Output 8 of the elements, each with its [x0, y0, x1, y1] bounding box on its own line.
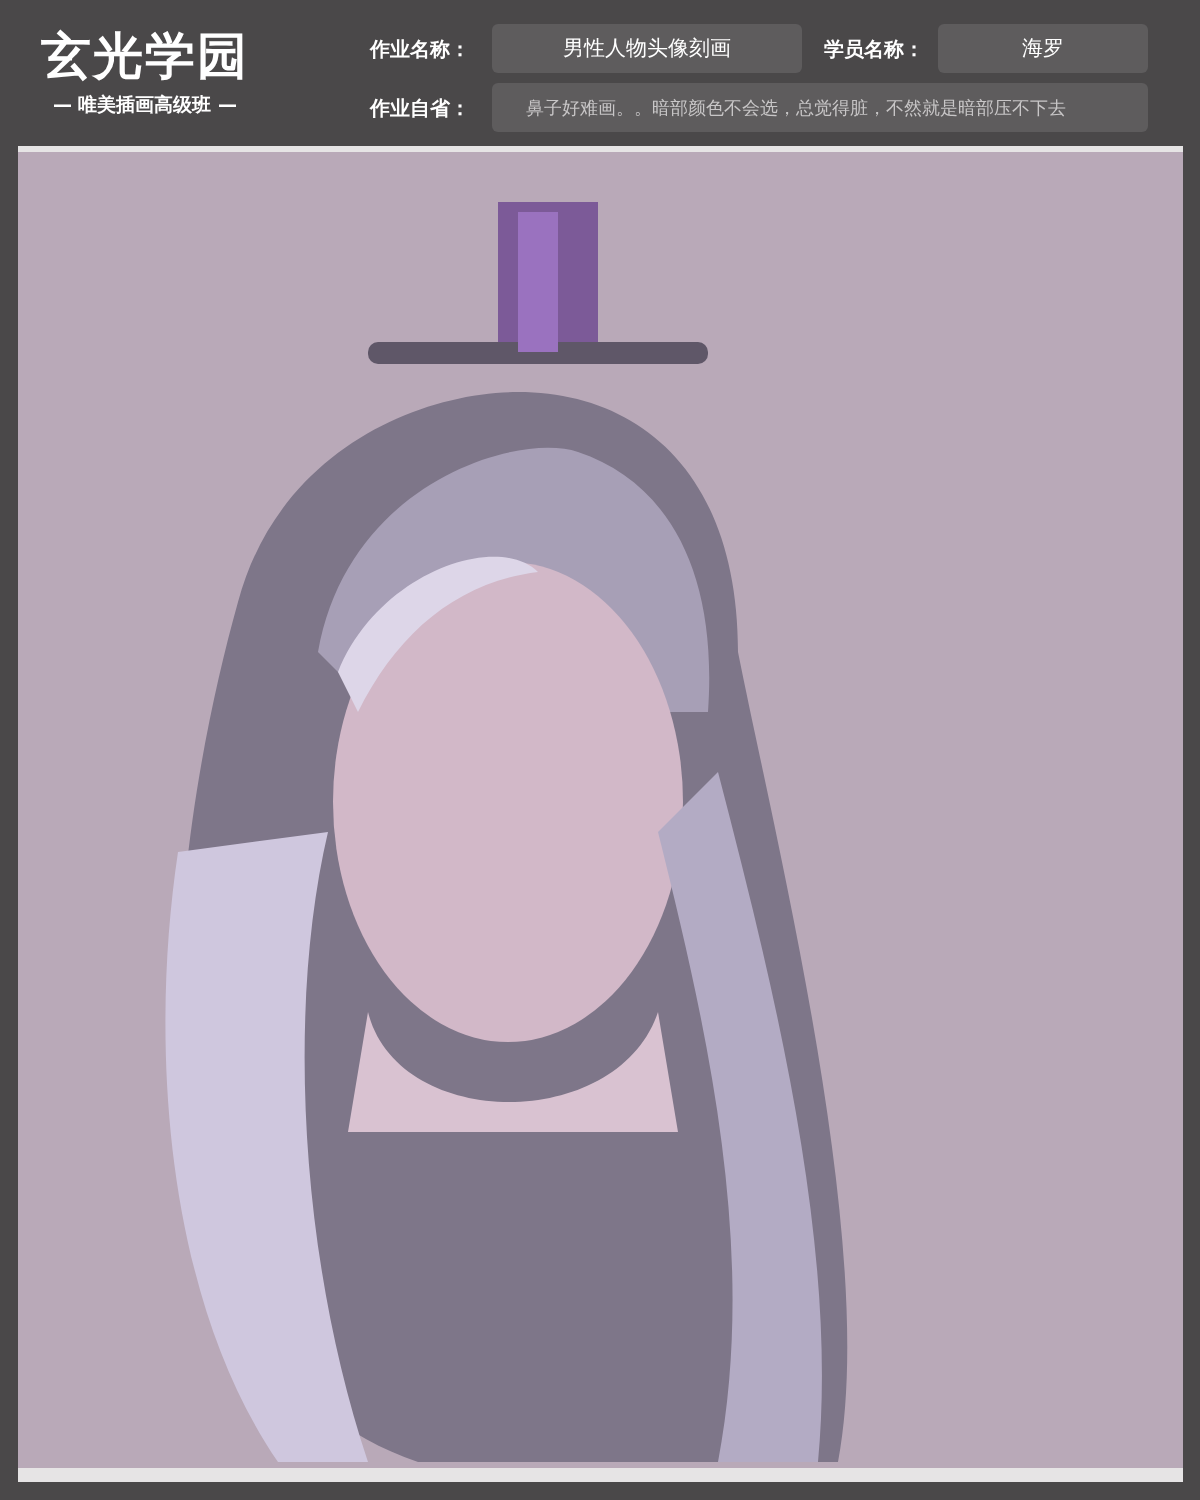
student-name-field: 海罗	[938, 24, 1148, 73]
logo-text: 玄光学园	[41, 26, 249, 86]
assignment-name-field: 男性人物头像刻画	[492, 24, 802, 73]
field-label: 作业自省：	[370, 94, 471, 122]
field-label: 作业名称：	[370, 35, 471, 63]
field-label: 学员名称：	[824, 35, 925, 63]
self-review-field: 鼻子好难画。。暗部颜色不会选，总觉得脏，不然就是暗部压不下去	[492, 83, 1148, 132]
tagline: — 唯美插画高级班 —	[52, 92, 238, 117]
